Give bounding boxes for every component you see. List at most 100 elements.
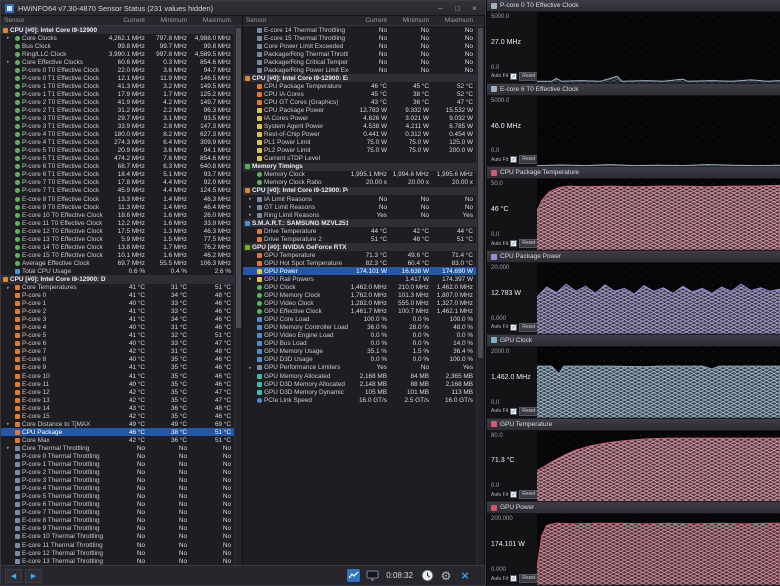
sensor-row[interactable]: Drive Temperature 2 51 °C 48 °C 51 °C [243, 235, 476, 243]
sensor-row[interactable]: E-core 8 Thermal Throttling No No No [1, 517, 234, 525]
autofit-checkbox[interactable]: ✓ [510, 240, 518, 248]
sensor-row[interactable]: Total CPU Usage 0.6 % 0.4 % 2.6 % [1, 267, 234, 275]
sensor-row[interactable]: P-core 5 T0 Effective Clock 20.9 MHz 3.6 M… [1, 147, 234, 155]
sensor-row[interactable]: P-core 4 Thermal Throttling No No No [1, 485, 234, 493]
reset-button[interactable]: Reset [519, 322, 539, 332]
expander-icon[interactable]: ▸ [249, 212, 255, 218]
graph-titlebar[interactable]: CPU Package Power [487, 251, 780, 264]
expander-icon[interactable]: ▸ [249, 196, 255, 202]
section-row[interactable]: CPU [#0]: Intel Core i9-12900: DTS [1, 275, 234, 284]
graph-titlebar[interactable]: CPU Package Temperature [487, 167, 780, 180]
sensor-row[interactable]: P-core 0 Thermal Throttling No No No [1, 452, 234, 460]
expander-icon[interactable]: ▸ [7, 421, 13, 427]
clock-button[interactable] [419, 568, 435, 584]
scrollbar-thumb[interactable] [478, 28, 483, 358]
section-row[interactable]: S.M.A.R.T.: SAMSUNG MZVL2512HBLB-00B00 [243, 219, 476, 228]
section-row[interactable]: CPU [#0]: Intel Core i9-12900: Performan… [243, 186, 476, 195]
sensor-row[interactable]: GPU Memory Usage 35.1 % 1.5 % 36.4 % [243, 348, 476, 356]
expander-icon[interactable]: ▸ [7, 35, 13, 41]
sensor-row[interactable]: P-core 3 T0 Effective Clock 29.7 MHz 3.1 M… [1, 115, 234, 123]
column-header-current[interactable]: Current [348, 17, 390, 24]
sensor-row[interactable]: Core Max 42 °C 36 °C 51 °C [1, 436, 234, 444]
sensor-row[interactable]: E-core 9 Thermal Throttling No No No [1, 525, 234, 533]
sensor-row[interactable]: GPU Effective Clock 1,461.7 MHz 100.7 MHz 1… [243, 308, 476, 316]
sensor-row[interactable]: PCIe Link Speed 16.0 GT/s 2.5 GT/s 16.0 GT/… [243, 396, 476, 404]
sensor-row[interactable]: E-core 8 T0 Effective Clock 13.3 MHz 1.4 M… [1, 195, 234, 203]
column-header-minimum[interactable]: Minimum [390, 17, 432, 24]
sensor-row[interactable]: Bus Clock 99.8 MHz 99.7 MHz 99.8 MHz [1, 42, 234, 50]
sensor-row[interactable]: P-core 2 T1 Effective Clock 31.2 MHz 2.2 M… [1, 106, 234, 114]
expander-icon[interactable]: ▸ [249, 365, 255, 371]
scrollbar-thumb[interactable] [236, 28, 241, 328]
sensor-row[interactable]: PL2 Power Limit 75.0 W 75.0 W 200.0 W [243, 147, 476, 155]
graph-titlebar[interactable]: GPU Power [487, 502, 780, 515]
sensor-row[interactable]: GPU Temperature 71.3 °C 49.6 °C 71.4 °C [243, 251, 476, 259]
sensor-row[interactable]: GPU Memory Allocated 2,168 MB 84 MB 2,365 M… [243, 372, 476, 380]
sensor-row[interactable]: E-core 12 Thermal Throttling No No No [1, 549, 234, 557]
sensor-row[interactable]: Package/Ring Power Limit Exceeded No No No [243, 66, 476, 74]
settings-button[interactable]: ⚙ [438, 568, 454, 584]
expander-icon[interactable]: ▸ [7, 445, 13, 451]
minimize-button[interactable]: – [434, 2, 447, 15]
sensor-row[interactable]: E-core 13 42 °C 35 °C 47 °C [1, 396, 234, 404]
sensor-row[interactable]: IA Cores Power 4.826 W 3.021 W 9.032 W [243, 115, 476, 123]
sensor-row[interactable]: E-core 15 42 °C 35 °C 46 °C [1, 412, 234, 420]
sensor-row[interactable]: E-core 11 Thermal Throttling No No No [1, 541, 234, 549]
sensor-row[interactable]: CPU Package Power 12.783 W 9.332 W 15.532 W [243, 106, 476, 114]
expander-icon[interactable]: ▸ [249, 204, 255, 210]
sensor-row[interactable]: GPU Core Load 100.0 % 0.0 % 100.0 % [243, 316, 476, 324]
graph-window-button[interactable] [345, 568, 361, 584]
autofit-checkbox[interactable]: ✓ [510, 407, 518, 415]
scrollbar[interactable] [234, 26, 242, 565]
sensor-row[interactable]: ▸ Core Thermal Throttling No No No [1, 444, 234, 452]
sensor-row[interactable]: P-core 6 T1 Effective Clock 18.4 MHz 5.1 M… [1, 171, 234, 179]
sensor-row[interactable]: E-core 10 T0 Effective Clock 18.6 MHz 1.6 … [1, 211, 234, 219]
sensor-row[interactable]: E-core 10 Thermal Throttling No No No [1, 533, 234, 541]
expander-icon[interactable]: ▸ [7, 59, 13, 65]
sensor-row[interactable]: P-core 3 T1 Effective Clock 33.9 MHz 2.8 M… [1, 123, 234, 131]
sensor-row[interactable]: E-core 15 T0 Effective Clock 10.1 MHz 1.6 … [1, 251, 234, 259]
sensor-row[interactable]: E-core 14 43 °C 36 °C 48 °C [1, 404, 234, 412]
reset-button[interactable]: Reset [519, 406, 539, 416]
sensor-row[interactable]: E-core 11 T0 Effective Clock 12.2 MHz 1.6 … [1, 219, 234, 227]
autofit-checkbox[interactable]: ✓ [510, 575, 518, 583]
sensor-row[interactable]: P-core 0 41 °C 34 °C 48 °C [1, 292, 234, 300]
reset-button[interactable]: Reset [519, 574, 539, 584]
maximize-button[interactable]: □ [451, 2, 464, 15]
sensor-row[interactable]: Memory Clock 1,995.1 MHz 1,994.6 MHz 1,995.… [243, 171, 476, 179]
sensor-row[interactable]: P-core 6 T0 Effective Clock 68.7 MHz 6.3 M… [1, 163, 234, 171]
sensor-row[interactable]: GPU Hot Spot Temperature 82.3 °C 60.4 °C 83… [243, 259, 476, 267]
sensor-row[interactable]: P-core 1 T1 Effective Clock 17.9 MHz 1.7 M… [1, 90, 234, 98]
sensor-row[interactable]: ▸ Ring Limit Reasons Yes No Yes [243, 211, 476, 219]
sensor-row[interactable]: ▸ Core Temperatures 41 °C 31 °C 51 °C [1, 284, 234, 292]
sensor-row[interactable]: E-core 12 42 °C 35 °C 47 °C [1, 388, 234, 396]
sensor-row[interactable]: E-core 14 Thermal Throttling No No No [243, 26, 476, 34]
section-row[interactable]: GPU [#0]: NVIDIA GeForce RTX 3080 Ti Lap… [243, 243, 476, 252]
sensor-row[interactable]: P-core 3 41 °C 34 °C 46 °C [1, 316, 234, 324]
sensor-row[interactable]: ▸ GPU Performance Limiters Yes No Yes [243, 364, 476, 372]
sensor-row[interactable]: P-core 2 41 °C 33 °C 46 °C [1, 308, 234, 316]
graph-titlebar[interactable]: P-core 0 T0 Effective Clock [487, 0, 780, 12]
graph-titlebar[interactable]: GPU Temperature [487, 418, 780, 431]
sensor-row[interactable]: GPU Video Engine Load 0.0 % 0.0 % 0.0 % [243, 332, 476, 340]
expander-icon[interactable]: ▸ [7, 285, 13, 291]
sensor-row[interactable]: System Agent Power 4.538 W 4.211 W 6.785 W [243, 123, 476, 131]
sensor-row[interactable]: Ring/LLC Clock 3,990.1 MHz 997.8 MHz 4,589.… [1, 50, 234, 58]
sensor-row[interactable]: P-core 4 T1 Effective Clock 274.3 MHz 6.4 … [1, 139, 234, 147]
sensor-row[interactable]: P-core 7 T1 Effective Clock 45.9 MHz 4.4 M… [1, 187, 234, 195]
sensor-row[interactable]: E-core 11 40 °C 35 °C 46 °C [1, 380, 234, 388]
sensor-row[interactable]: CPU Package 46 °C 38 °C 51 °C [1, 428, 234, 437]
sensor-row[interactable]: GPU Power 174.101 W 16.638 W 174.690 W [243, 267, 476, 276]
section-row[interactable]: CPU [#0]: Intel Core i9-12900 [1, 26, 234, 35]
column-header-sensor[interactable]: Sensor [243, 17, 348, 24]
sensor-row[interactable]: Package/Ring Thermal Throttling No No No [243, 50, 476, 58]
sensor-row[interactable]: CPU Package Temperature 46 °C 45 °C 52 °C [243, 82, 476, 90]
sensor-row[interactable]: GPU D3D Usage 0.0 % 0.0 % 100.0 % [243, 356, 476, 364]
autofit-checkbox[interactable]: ✓ [510, 156, 518, 164]
sensor-row[interactable]: GPU D3D Memory Allocated 2,148 MB 88 MB 2,1… [243, 380, 476, 388]
column-header-minimum[interactable]: Minimum [148, 17, 190, 24]
sensor-row[interactable]: GPU Memory Controller Load 36.0 % 28.0 % 48… [243, 324, 476, 332]
sensor-row[interactable]: E-core 14 T0 Effective Clock 13.8 MHz 1.7 … [1, 243, 234, 251]
sensor-row[interactable]: P-core 4 40 °C 31 °C 46 °C [1, 324, 234, 332]
sensor-row[interactable]: ▸ Core Effective Clocks 60.6 MHz 0.3 MHz 854… [1, 58, 234, 66]
